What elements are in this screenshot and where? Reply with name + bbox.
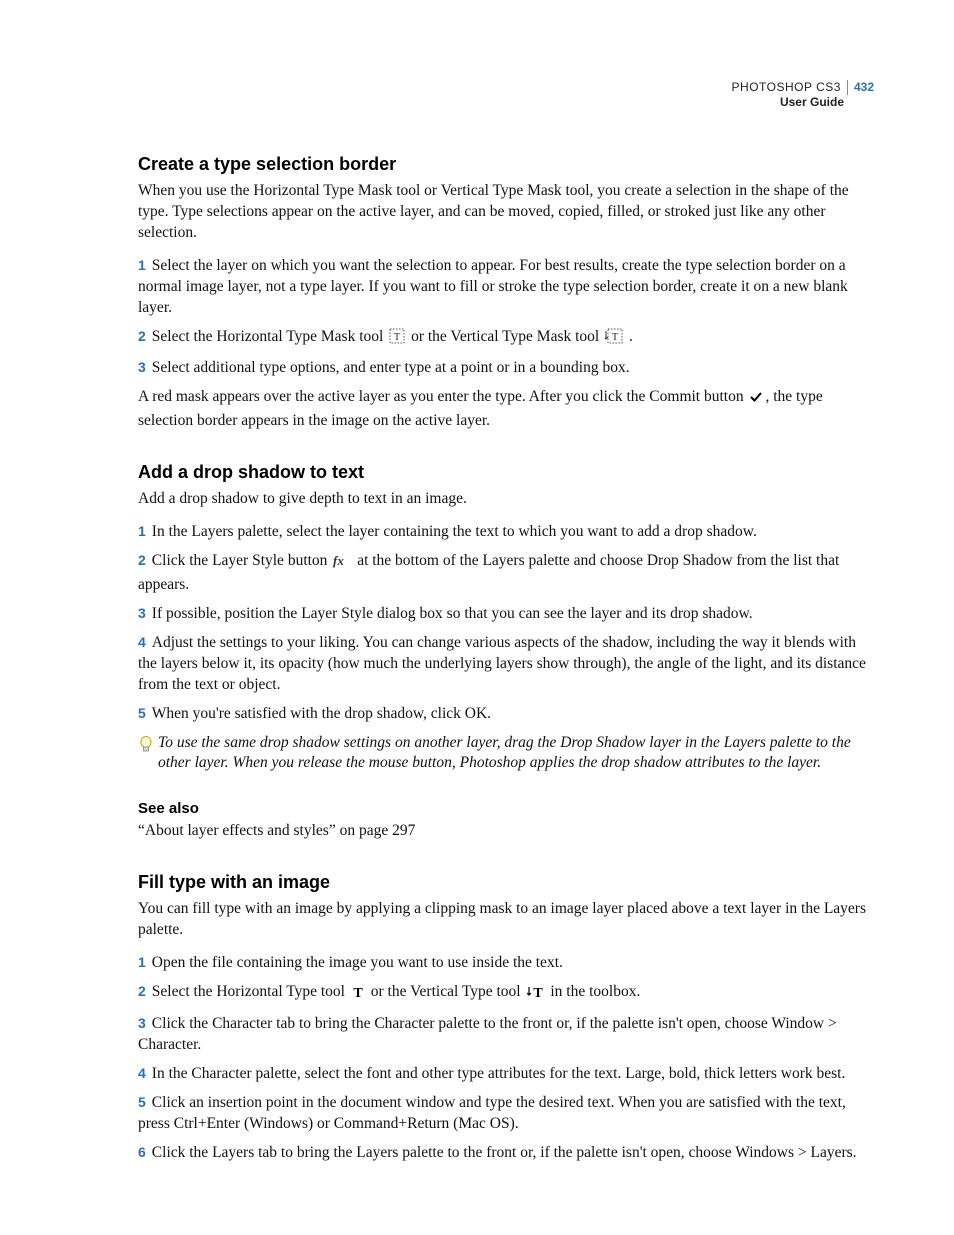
step-text: Select the Horizontal Type Mask tool xyxy=(152,328,387,345)
step: 3Click the Character tab to bring the Ch… xyxy=(138,1014,874,1056)
layer-style-fx-icon: fx xyxy=(333,554,351,575)
section-intro: When you use the Horizontal Type Mask to… xyxy=(138,181,874,244)
step: 5 When you're satisfied with the drop sha… xyxy=(138,704,874,725)
section-fill-type-image: Fill type with an image You can fill typ… xyxy=(138,872,874,1163)
step-text: or the Vertical Type tool xyxy=(371,983,525,1000)
header-subtitle: User Guide xyxy=(732,95,874,110)
step-text: If possible, position the Layer Style di… xyxy=(152,605,753,622)
svg-text:T: T xyxy=(353,986,363,999)
step-number: 2 xyxy=(138,983,146,999)
step-text: Click the Character tab to bring the Cha… xyxy=(138,1015,837,1053)
step-text: In the Layers palette, select the layer … xyxy=(152,523,757,540)
tip: To use the same drop shadow settings on … xyxy=(138,733,874,787)
step-text: Select the Horizontal Type tool xyxy=(152,983,349,1000)
step-text: Select the layer on which you want the s… xyxy=(138,257,848,316)
step: 6 Click the Layers tab to bring the Layer… xyxy=(138,1143,874,1164)
step: 5Click an insertion point in the documen… xyxy=(138,1093,874,1135)
step-text: in the toolbox. xyxy=(550,983,640,1000)
svg-text:T: T xyxy=(612,331,619,343)
commit-check-icon xyxy=(749,390,763,411)
svg-text:fx: fx xyxy=(333,554,344,568)
step: 1Select the layer on which you want the … xyxy=(138,256,874,319)
step-text: Click the Layer Style button xyxy=(152,552,332,569)
step: 4Adjust the settings to your liking. You… xyxy=(138,633,874,696)
see-also-item: “About layer effects and styles” on page… xyxy=(138,821,874,842)
step-number: 1 xyxy=(138,523,146,539)
lightbulb-icon xyxy=(138,735,158,760)
step: 2Select the Horizontal Type Mask tool T … xyxy=(138,327,874,351)
step-number: 1 xyxy=(138,954,146,970)
step-text: . xyxy=(629,328,633,345)
section-heading: Add a drop shadow to text xyxy=(138,462,874,483)
step-text: When you're satisfied with the drop shad… xyxy=(152,705,491,722)
section-add-drop-shadow: Add a drop shadow to text Add a drop sha… xyxy=(138,462,874,842)
vertical-type-mask-icon: T xyxy=(605,328,623,351)
step: 4 In the Character palette, select the fo… xyxy=(138,1064,874,1085)
step: 3 Select additional type options, and ent… xyxy=(138,358,874,379)
step-text: Click an insertion point in the document… xyxy=(138,1094,846,1132)
step: 1 In the Layers palette, select the layer… xyxy=(138,522,874,543)
step: 1 Open the file containing the image you … xyxy=(138,953,874,974)
step-text: In the Character palette, select the fon… xyxy=(152,1065,846,1082)
tip-text: To use the same drop shadow settings on … xyxy=(158,733,874,775)
step-number: 3 xyxy=(138,605,146,621)
step-number: 4 xyxy=(138,634,146,650)
step-text: Click the Layers tab to bring the Layers… xyxy=(152,1144,857,1161)
step-text: or the Vertical Type Mask tool xyxy=(411,328,603,345)
section-after: A red mask appears over the active layer… xyxy=(138,387,874,432)
step-number: 3 xyxy=(138,1015,146,1031)
step-number: 5 xyxy=(138,1094,146,1110)
section-heading: Create a type selection border xyxy=(138,154,874,175)
section-create-type-selection: Create a type selection border When you … xyxy=(138,154,874,432)
step-text: Select additional type options, and ente… xyxy=(152,359,630,376)
step-text: Open the file containing the image you w… xyxy=(152,954,563,971)
step-number: 1 xyxy=(138,257,146,273)
svg-text:T: T xyxy=(533,986,543,999)
after-text: A red mask appears over the active layer… xyxy=(138,388,747,405)
step-number: 4 xyxy=(138,1065,146,1081)
horizontal-type-mask-icon: T xyxy=(389,328,405,351)
step-number: 5 xyxy=(138,705,146,721)
section-intro: You can fill type with an image by apply… xyxy=(138,899,874,941)
step: 3 If possible, position the Layer Style d… xyxy=(138,604,874,625)
content: Create a type selection border When you … xyxy=(138,78,874,1164)
horizontal-type-icon: T xyxy=(351,985,365,1006)
section-intro: Add a drop shadow to give depth to text … xyxy=(138,489,874,510)
header-product: PHOTOSHOP CS3 xyxy=(732,80,841,95)
svg-text:T: T xyxy=(394,331,401,343)
step: 2Click the Layer Style button fx at the … xyxy=(138,551,874,596)
vertical-type-icon: T xyxy=(527,985,545,1006)
step-number: 2 xyxy=(138,552,146,568)
step-number: 3 xyxy=(138,359,146,375)
header-page-number: 432 xyxy=(847,80,874,95)
see-also-heading: See also xyxy=(138,800,874,817)
section-heading: Fill type with an image xyxy=(138,872,874,893)
step-text: Adjust the settings to your liking. You … xyxy=(138,634,866,693)
step: 2 Select the Horizontal Type tool T or th… xyxy=(138,982,874,1006)
step-number: 2 xyxy=(138,328,146,344)
page: PHOTOSHOP CS3 432 User Guide Create a ty… xyxy=(0,0,954,1235)
step-number: 6 xyxy=(138,1144,146,1160)
page-header: PHOTOSHOP CS3 432 User Guide xyxy=(732,80,874,110)
